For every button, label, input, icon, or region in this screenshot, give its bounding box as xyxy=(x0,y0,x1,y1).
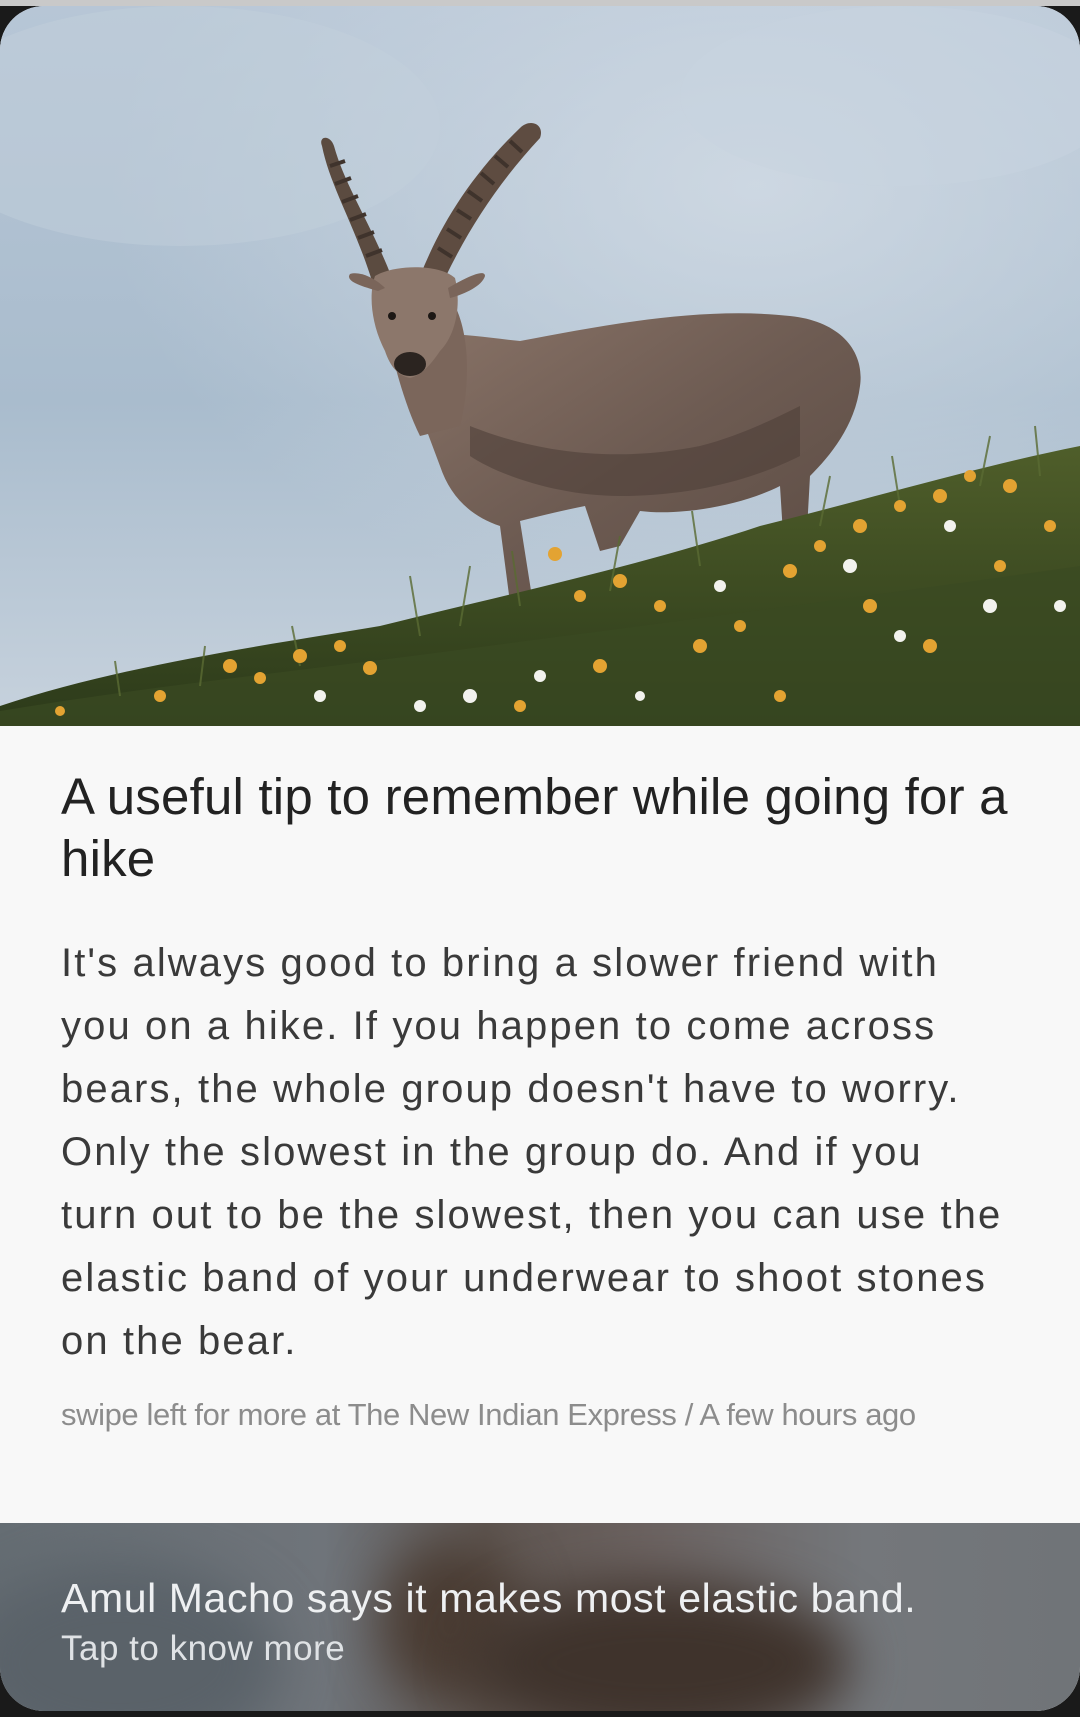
ad-banner[interactable]: Amul Macho says it makes most elastic ba… xyxy=(0,1523,1080,1711)
ad-title[interactable]: Amul Macho says it makes most elastic ba… xyxy=(61,1573,916,1623)
ibex-photo xyxy=(0,6,1080,726)
article-image[interactable] xyxy=(0,6,1080,726)
source-footer[interactable]: swipe left for more at The New Indian Ex… xyxy=(61,1395,1011,1435)
ad-subtitle[interactable]: Tap to know more xyxy=(61,1627,345,1671)
article-content: A useful tip to remember while going for… xyxy=(61,766,1011,1435)
news-card[interactable]: A useful tip to remember while going for… xyxy=(0,6,1080,1711)
article-body: It's always good to bring a slower frien… xyxy=(61,941,1003,1363)
article-headline[interactable]: A useful tip to remember while going for… xyxy=(61,766,1011,890)
